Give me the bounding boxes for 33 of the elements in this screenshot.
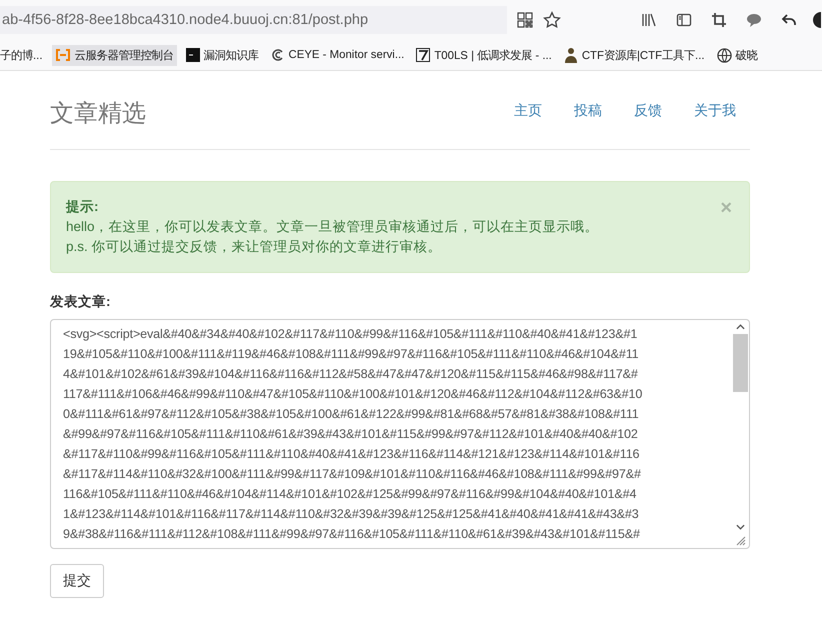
seven-icon — [416, 48, 430, 62]
alert-title: 提示: — [66, 198, 100, 216]
scrollbar-thumb[interactable] — [733, 334, 748, 392]
library-icon[interactable] — [641, 12, 657, 28]
resize-grip-icon[interactable] — [736, 536, 746, 546]
star-icon[interactable] — [543, 11, 561, 29]
address-bar[interactable]: ab-4f56-8f28-8ee18bca4310.node4.buuoj.cn:81/post.php — [0, 6, 507, 34]
terminal-icon — [186, 48, 200, 62]
bookmark[interactable]: T00LS | 低调求发展 - ... — [413, 44, 555, 66]
nav-link[interactable]: 关于我 — [694, 102, 736, 120]
crop-icon[interactable] — [711, 12, 727, 28]
bracket-logo-icon — [54, 49, 70, 61]
sidebar-icon[interactable] — [676, 12, 692, 28]
qr-code-icon[interactable] — [517, 12, 533, 28]
swirl-icon — [270, 48, 284, 62]
field-label: 发表文章: — [50, 293, 112, 311]
speech-bubble-icon[interactable] — [746, 12, 762, 28]
bookmark[interactable]: CEYE - Monitor servi... — [268, 45, 408, 65]
alert-text: p.s. 你可以通过提交反馈，来让管理员对你的文章进行审核。 — [66, 238, 443, 256]
person-icon — [564, 47, 578, 63]
bookmark[interactable]: 云服务器管理控制台 — [52, 44, 176, 66]
undo-icon[interactable] — [781, 12, 797, 28]
globe-icon — [716, 48, 732, 62]
nav-link[interactable]: 反馈 — [634, 102, 662, 120]
bookmark[interactable]: 子的博... — [0, 44, 46, 66]
alert-text: hello，在这里，你可以发表文章。文章一旦被管理员审核通过后，可以在主页显示哦。 — [66, 218, 599, 236]
bookmark[interactable]: CTF资源库|CTF工具下... — [560, 44, 708, 66]
bookmark[interactable]: 漏洞知识库 — [182, 44, 262, 66]
site-title: 文章精选 — [50, 99, 146, 129]
nav-link[interactable]: 投稿 — [574, 102, 602, 120]
bookmark[interactable]: 破晓 — [714, 44, 761, 66]
submit-button[interactable]: 提交 — [50, 564, 104, 598]
nav-link[interactable]: 主页 — [514, 102, 542, 120]
